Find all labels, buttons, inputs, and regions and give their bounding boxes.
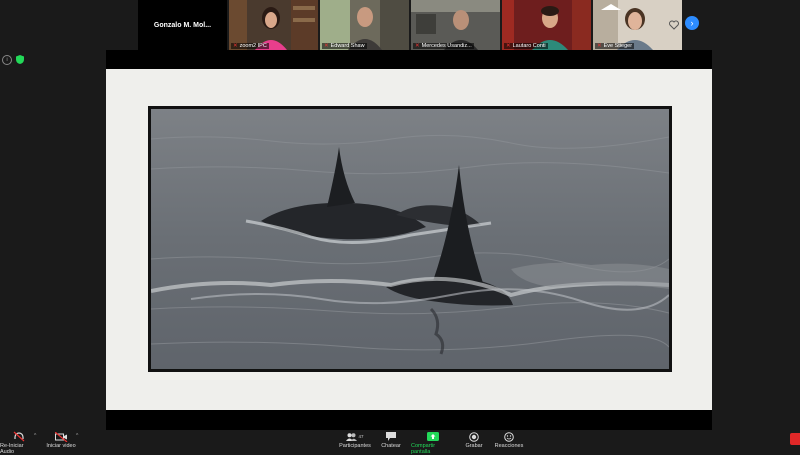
shield-icon[interactable] <box>16 55 24 64</box>
presentation-slide <box>106 69 712 410</box>
shared-screen <box>106 50 712 430</box>
share-screen-icon <box>427 431 439 442</box>
video-options-caret-icon[interactable]: ^ <box>76 433 78 439</box>
heart-icon <box>669 20 679 30</box>
audio-options-caret-icon[interactable]: ^ <box>34 433 36 439</box>
participants-button[interactable]: 47 Participantes <box>338 431 372 449</box>
video-off-icon <box>54 431 68 442</box>
reactions-icon <box>504 431 514 442</box>
participant-tile[interactable]: ✕ Mercedes Usandiz... <box>411 0 500 50</box>
participant-tile-name-only[interactable]: Gonzalo M. Mol... <box>138 0 227 50</box>
headphone-muted-icon <box>13 431 25 442</box>
record-icon <box>469 431 479 442</box>
muted-mic-icon: ✕ <box>233 43 238 49</box>
chat-icon <box>386 431 396 442</box>
video-button[interactable]: Iniciar video <box>46 431 76 449</box>
gallery-strip: Gonzalo M. Mol... ✕ zoom2 IPC ✕ Edward Sha… <box>138 0 682 50</box>
chat-button[interactable]: Chatear <box>380 431 402 449</box>
participants-icon: 47 <box>346 431 364 442</box>
photo-frame <box>148 106 672 372</box>
next-page-button[interactable]: › <box>685 16 699 30</box>
muted-mic-icon: ✕ <box>415 43 420 49</box>
muted-mic-icon: ✕ <box>506 43 511 49</box>
participant-label: ✕ Edward Shaw <box>322 43 367 49</box>
muted-mic-icon: ✕ <box>324 43 329 49</box>
participant-tile[interactable]: ✕ Eve Stieger <box>593 0 682 50</box>
reactions-button[interactable]: Reacciones <box>495 431 523 449</box>
participant-label: ✕ zoom2 IPC <box>231 43 269 49</box>
participant-label: ✕ Lautaro Conti <box>504 43 548 49</box>
chevron-right-icon: › <box>690 18 694 28</box>
info-icon[interactable]: i <box>2 55 12 65</box>
muted-mic-icon: ✕ <box>597 43 602 49</box>
participant-tile[interactable]: ✕ Edward Shaw <box>320 0 409 50</box>
participant-tile[interactable]: ✕ zoom2 IPC <box>229 0 318 50</box>
share-screen-button[interactable]: Compartir pantalla <box>411 431 455 455</box>
participant-name: Gonzalo M. Mol... <box>153 21 212 29</box>
participant-tile[interactable]: ✕ Lautaro Conti <box>502 0 591 50</box>
participant-label: ✕ Eve Stieger <box>595 43 635 49</box>
meeting-info: i <box>2 55 24 65</box>
participant-label: ✕ Mercedes Usandiz... <box>413 43 474 49</box>
record-button[interactable]: Grabar <box>465 431 483 449</box>
orca-photo <box>151 109 669 369</box>
meeting-toolbar: Re-Iniciar Audio ^ Iniciar video ^ 47 Pa… <box>0 430 800 455</box>
end-meeting-button[interactable] <box>790 433 800 445</box>
audio-button[interactable]: Re-Iniciar Audio <box>0 431 38 455</box>
